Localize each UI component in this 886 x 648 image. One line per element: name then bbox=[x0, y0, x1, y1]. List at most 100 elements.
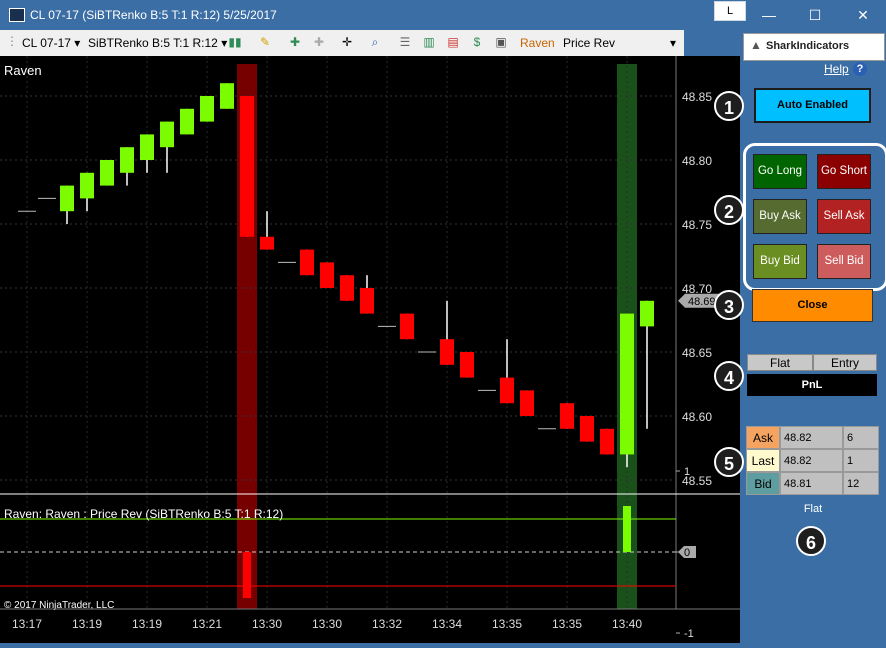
add-indicator-icon[interactable]: ✚ bbox=[288, 35, 302, 49]
candle-body bbox=[220, 83, 234, 109]
price-chart[interactable]: 48.85 48.80 48.75 48.70 48.65 48.60 48.55 48.69… bbox=[0, 56, 740, 643]
candle-body bbox=[440, 339, 454, 365]
time-tick-label: 13:34 bbox=[432, 617, 462, 631]
time-tick-label: 13:21 bbox=[192, 617, 222, 631]
chart-trader-icon[interactable]: ▥ bbox=[422, 35, 436, 49]
bars-style-icon[interactable]: ▮▮ bbox=[228, 35, 242, 49]
step-badge-1: 1 bbox=[714, 91, 744, 121]
candle-body bbox=[320, 262, 334, 288]
indicator-tick-label: -1 bbox=[684, 628, 694, 640]
shark-logo: ▲ SharkIndicators bbox=[743, 33, 885, 61]
zoom-icon[interactable]: ⌕ bbox=[368, 35, 382, 49]
mode-indicator[interactable]: L bbox=[714, 1, 746, 21]
indicator-bar bbox=[243, 552, 251, 598]
ask-label: Ask bbox=[746, 426, 780, 449]
candle-body bbox=[120, 147, 134, 173]
ask-size: 6 bbox=[843, 426, 879, 449]
candle-body bbox=[580, 416, 594, 442]
indicator-label: Raven: Raven : Price Rev (SiBTRenko B:5 … bbox=[4, 507, 283, 521]
sell-bid-button[interactable]: Sell Bid bbox=[817, 244, 871, 279]
time-tick-label: 13:32 bbox=[372, 617, 402, 631]
chevron-down-icon[interactable]: ▾ bbox=[670, 36, 676, 50]
candle-body bbox=[60, 185, 74, 212]
candle-body bbox=[400, 313, 414, 340]
help-icon[interactable]: ? bbox=[853, 62, 867, 76]
indicator-bar bbox=[623, 506, 631, 552]
instrument-selector[interactable]: CL 07-17 ▾ bbox=[22, 36, 80, 50]
candle-body bbox=[80, 172, 94, 199]
chevron-down-icon: ▾ bbox=[221, 36, 228, 50]
shark-panel: ▲ SharkIndicators Help ? 1 Auto Enabled … bbox=[714, 30, 886, 643]
buy-bid-button[interactable]: Buy Bid bbox=[753, 244, 807, 279]
last-label: Last bbox=[746, 449, 780, 472]
candle-body bbox=[520, 390, 534, 416]
order-buttons-group: Go Long Go Short Buy Ask Sell Ask Buy Bi… bbox=[743, 143, 886, 291]
pnl-display: PnL bbox=[747, 374, 877, 396]
help-link[interactable]: Help bbox=[824, 62, 849, 76]
step-badge-3: 3 bbox=[714, 290, 744, 320]
candle-body bbox=[500, 377, 514, 404]
last-price-label: 48.69 bbox=[688, 296, 716, 308]
time-tick-label: 13:40 bbox=[612, 617, 642, 631]
close-window-button[interactable]: ✕ bbox=[840, 0, 886, 30]
auto-enabled-button[interactable]: Auto Enabled bbox=[754, 88, 871, 123]
go-short-button[interactable]: Go Short bbox=[817, 154, 871, 189]
buy-ask-button[interactable]: Buy Ask bbox=[753, 199, 807, 234]
price-tick-label: 48.80 bbox=[682, 154, 712, 168]
step-badge-2: 2 bbox=[714, 195, 744, 225]
go-long-button[interactable]: Go Long bbox=[753, 154, 807, 189]
chart-panel-title: Raven bbox=[4, 63, 42, 78]
entry-header: Entry bbox=[813, 354, 877, 371]
properties-icon[interactable]: ☰ bbox=[398, 35, 412, 49]
candle-body bbox=[600, 428, 614, 455]
quote-table: Ask 48.82 6 Last 48.82 1 Bid 48.81 12 bbox=[746, 426, 879, 495]
position-status: Flat bbox=[803, 503, 823, 515]
flat-header: Flat bbox=[747, 354, 813, 371]
chevron-down-icon: ▾ bbox=[74, 36, 81, 50]
sell-ask-button[interactable]: Sell Ask bbox=[817, 199, 871, 234]
bid-price: 48.81 bbox=[780, 472, 843, 495]
time-tick-label: 13:19 bbox=[132, 617, 162, 631]
candle-body bbox=[200, 96, 214, 122]
time-tick-label: 13:30 bbox=[252, 617, 282, 631]
toolbar-grip: ⋮ bbox=[6, 34, 18, 48]
crosshair-icon[interactable]: ✛ bbox=[340, 35, 354, 49]
price-tick-label: 48.65 bbox=[682, 346, 712, 360]
price-tick-label: 48.75 bbox=[682, 218, 712, 232]
minimize-button[interactable]: — bbox=[746, 0, 792, 30]
chart-canvas[interactable]: 48.8548.8048.7548.7048.6548.6048.5548.69… bbox=[0, 56, 740, 643]
time-tick-label: 13:19 bbox=[72, 617, 102, 631]
candle-body bbox=[340, 275, 354, 301]
drawing-tool-icon[interactable]: ✎ bbox=[258, 35, 272, 49]
strategy-selector[interactable]: Price Rev bbox=[563, 36, 615, 50]
time-tick-label: 13:35 bbox=[492, 617, 522, 631]
close-position-button[interactable]: Close bbox=[752, 289, 873, 322]
brand-name: SharkIndicators bbox=[766, 40, 850, 52]
dollar-icon[interactable]: $ bbox=[470, 35, 484, 49]
price-tick-label: 48.85 bbox=[682, 90, 712, 104]
indicator-tick-label: 1 bbox=[684, 466, 690, 478]
maximize-button[interactable]: ☐ bbox=[792, 0, 838, 30]
ask-price: 48.82 bbox=[780, 426, 843, 449]
templates-icon[interactable]: ▤ bbox=[446, 35, 460, 49]
time-tick-label: 13:35 bbox=[552, 617, 582, 631]
bid-label: Bid bbox=[746, 472, 780, 495]
candle-body bbox=[260, 236, 274, 250]
candle-body bbox=[160, 121, 174, 148]
last-size: 1 bbox=[843, 449, 879, 472]
candle-body bbox=[460, 352, 474, 378]
time-tick-label: 13:30 bbox=[312, 617, 342, 631]
candle-body bbox=[560, 403, 574, 429]
shark-fin-icon: ▲ bbox=[750, 38, 762, 52]
bid-size: 12 bbox=[843, 472, 879, 495]
candle-body bbox=[620, 313, 634, 455]
remove-indicator-icon[interactable]: ✚ bbox=[312, 35, 326, 49]
indicator-name[interactable]: Raven bbox=[520, 36, 555, 50]
step-badge-4: 4 bbox=[714, 361, 744, 391]
bar-type-selector[interactable]: SiBTRenko B:5 T:1 R:12 ▾ bbox=[88, 36, 227, 50]
snapshot-icon[interactable]: ▣ bbox=[494, 35, 508, 49]
step-badge-6: 6 bbox=[796, 526, 826, 556]
candle-body bbox=[180, 108, 194, 135]
candle-body bbox=[640, 300, 654, 327]
price-tick-label: 48.60 bbox=[682, 410, 712, 424]
